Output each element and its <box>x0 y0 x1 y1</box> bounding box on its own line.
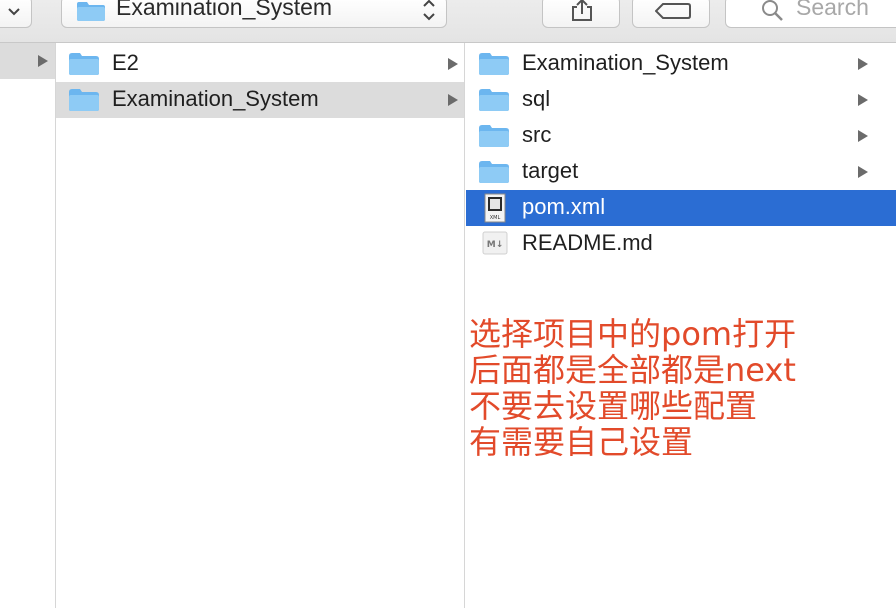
folder-icon <box>479 125 509 147</box>
path-popup-label: Examination_System <box>116 0 333 20</box>
browser-column-parent[interactable] <box>0 43 56 608</box>
search-placeholder: Search <box>796 0 869 20</box>
item-label: Examination_System <box>522 50 729 75</box>
folder-icon <box>77 2 105 21</box>
folder-icon <box>479 53 509 75</box>
annotation-line: 后面都是全部都是next <box>469 351 796 389</box>
list-item-e2[interactable]: E2 <box>56 46 464 82</box>
browser-column-1[interactable]: E2 Examination_System <box>56 43 465 608</box>
search-field[interactable]: Search <box>725 0 896 28</box>
updown-arrows-icon <box>423 0 435 21</box>
disclosure-triangle-icon <box>858 166 868 178</box>
markdown-file-icon: M↓ <box>482 231 508 255</box>
annotation-line: 选择项目中的pom打开 <box>469 315 797 353</box>
list-item-src[interactable]: src <box>466 118 896 154</box>
view-options-button[interactable] <box>0 0 32 28</box>
disclosure-triangle-icon <box>448 94 458 106</box>
disclosure-triangle-icon <box>858 94 868 106</box>
search-icon <box>762 0 783 21</box>
xml-file-icon: XML <box>484 193 506 223</box>
folder-icon <box>69 89 99 111</box>
item-label: pom.xml <box>522 194 606 219</box>
tag-icon <box>655 3 691 19</box>
disclosure-triangle-icon <box>858 130 868 142</box>
share-icon <box>572 0 592 21</box>
svg-text:XML: XML <box>490 215 501 221</box>
item-label: target <box>522 158 579 183</box>
item-label: sql <box>522 86 551 111</box>
svg-text:M↓: M↓ <box>487 240 504 250</box>
item-label: README.md <box>522 230 653 255</box>
list-item-target[interactable]: target <box>466 154 896 190</box>
tags-button[interactable] <box>632 0 710 28</box>
list-item-examination-system-sub[interactable]: Examination_System <box>466 46 896 82</box>
annotation-line: 有需要自己设置 <box>469 423 694 461</box>
folder-icon <box>69 53 99 75</box>
disclosure-triangle-icon <box>448 58 458 70</box>
annotation-note: 选择项目中的pom打开 后面都是全部都是next 不要去设置哪些配置 有需要自己… <box>469 316 889 460</box>
parent-selected-row[interactable] <box>0 43 55 79</box>
item-label: Examination_System <box>112 86 319 111</box>
item-label: E2 <box>112 50 139 75</box>
item-label: src <box>522 122 552 147</box>
list-item-sql[interactable]: sql <box>466 82 896 118</box>
annotation-line: 不要去设置哪些配置 <box>469 387 758 425</box>
path-popup-button[interactable]: Examination_System <box>61 0 447 28</box>
folder-icon <box>479 161 509 183</box>
disclosure-triangle-icon <box>38 55 48 67</box>
list-item-readme-md[interactable]: M↓ README.md <box>466 226 896 262</box>
list-item-examination-system[interactable]: Examination_System <box>56 82 464 118</box>
disclosure-triangle-icon <box>858 58 868 70</box>
list-item-pom-xml[interactable]: XML pom.xml <box>466 190 896 226</box>
folder-icon <box>479 89 509 111</box>
share-button[interactable] <box>542 0 620 28</box>
finder-toolbar: Examination_System Search <box>0 0 896 43</box>
chevron-down-icon <box>8 8 20 16</box>
